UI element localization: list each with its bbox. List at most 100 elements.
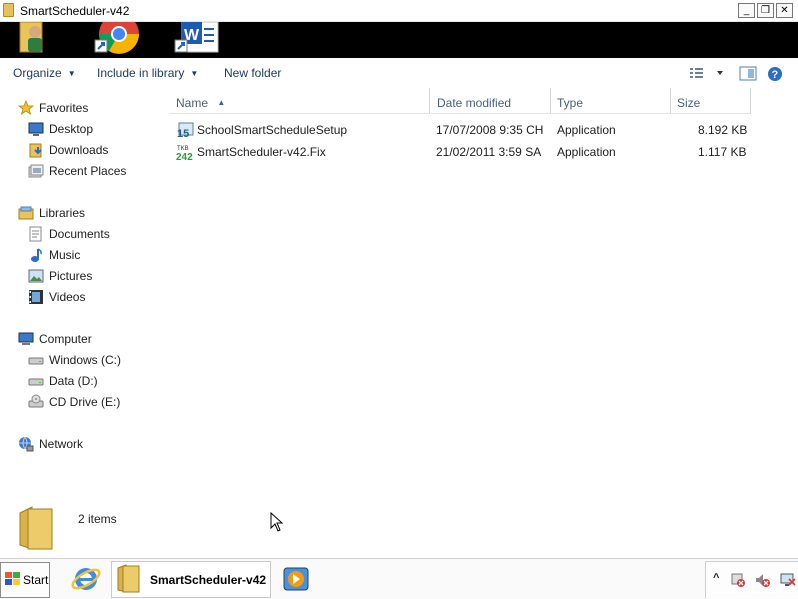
show-hidden-icons-button[interactable]: ^: [713, 572, 719, 584]
file-date: 17/07/2008 9:35 CH: [436, 123, 544, 137]
nav-network-label: Network: [39, 437, 84, 451]
speaker-muted-icon[interactable]: [754, 572, 770, 591]
documents-icon: [28, 226, 44, 242]
desktop-icon: [28, 121, 44, 137]
svg-text:15: 15: [177, 128, 189, 139]
column-header-date-modified[interactable]: Date modified: [431, 88, 551, 114]
nav-item-label: Data (D:): [49, 374, 98, 388]
cd-drive-icon: [28, 394, 44, 410]
nav-favorites-label: Favorites: [39, 101, 89, 115]
file-size: 8.192 KB: [698, 123, 748, 137]
include-in-library-button[interactable]: Include in library ▼: [97, 66, 198, 80]
recent-places-icon: [28, 163, 44, 179]
folder-icon: [3, 3, 14, 17]
chevron-down-icon: ▼: [190, 69, 199, 78]
nav-item-drive-d[interactable]: Data (D:): [28, 372, 98, 390]
nav-favorites[interactable]: Favorites: [17, 99, 89, 117]
network-status-icon[interactable]: [779, 572, 797, 591]
file-type: Application: [557, 123, 616, 137]
file-row[interactable]: 15 SchoolSmartScheduleSetup 17/07/2008 9…: [158, 120, 798, 140]
include-in-library-label: Include in library: [97, 66, 185, 80]
folder-icon: [116, 563, 142, 596]
sort-ascending-icon: ▲: [217, 98, 226, 107]
file-date: 21/02/2011 3:59 SA: [436, 145, 542, 159]
column-date-label: Date modified: [437, 96, 512, 110]
nav-item-videos[interactable]: Videos: [28, 288, 85, 306]
help-icon[interactable]: ?: [767, 66, 783, 85]
music-note-icon: [28, 247, 44, 263]
window-title: SmartScheduler-v42: [20, 4, 130, 18]
file-list: Name ▲ Date modified Type Size 15 School…: [158, 88, 798, 488]
file-name: SmartScheduler-v42.Fix: [197, 145, 326, 159]
title-bar: SmartScheduler-v42 _ ❐ ✕: [0, 0, 798, 22]
star-icon: [17, 99, 35, 116]
nav-item-label: Desktop: [49, 122, 94, 136]
setup-app-icon: 15: [176, 122, 194, 142]
column-size-label: Size: [677, 96, 701, 110]
hard-drive-icon: [28, 373, 44, 389]
folder-icon: [18, 505, 56, 554]
column-header-name[interactable]: Name ▲: [170, 88, 430, 114]
libraries-icon: [18, 205, 34, 221]
system-tray: ^: [705, 561, 798, 598]
nav-network[interactable]: Network: [18, 435, 83, 453]
nav-item-recent-places[interactable]: Recent Places: [28, 162, 126, 180]
navigation-pane: Favorites Desktop Downloads Recent Place…: [0, 88, 158, 488]
nav-libraries-label: Libraries: [39, 206, 86, 220]
file-name: SchoolSmartScheduleSetup: [197, 123, 348, 137]
file-size: 1.117 KB: [698, 145, 747, 159]
downloads-icon: [28, 142, 44, 158]
column-header-size[interactable]: Size: [671, 88, 751, 114]
organize-button[interactable]: Organize ▼: [13, 66, 76, 80]
hard-drive-icon: [28, 352, 44, 368]
minimize-button[interactable]: _: [738, 3, 755, 18]
quick-launch-bar: W: [0, 14, 798, 58]
nav-item-documents[interactable]: Documents: [28, 225, 110, 243]
action-center-icon[interactable]: [730, 572, 746, 591]
new-folder-button[interactable]: New folder: [224, 66, 281, 80]
view-options-icon[interactable]: [689, 66, 729, 83]
word-icon[interactable]: W: [172, 21, 219, 54]
close-button[interactable]: ✕: [776, 3, 793, 18]
file-type: Application: [557, 145, 616, 159]
nav-item-label: Downloads: [49, 143, 109, 157]
column-header-type[interactable]: Type: [551, 88, 671, 114]
nav-item-pictures[interactable]: Pictures: [28, 267, 92, 285]
details-pane: 2 items: [0, 488, 798, 558]
nav-item-label: Pictures: [49, 269, 93, 283]
taskbar: Start SmartScheduler-v42 ^: [0, 558, 798, 599]
network-icon: [18, 436, 34, 452]
taskbar-window-label: SmartScheduler-v42: [150, 572, 267, 587]
file-row[interactable]: TKB 242 SmartScheduler-v42.Fix 21/02/2011…: [158, 142, 798, 163]
preview-pane-icon[interactable]: [739, 66, 757, 85]
taskbar-window-button[interactable]: SmartScheduler-v42: [111, 561, 271, 598]
organize-label: Organize: [13, 66, 62, 80]
media-player-icon[interactable]: [283, 567, 311, 596]
user-folder-icon[interactable]: [14, 21, 58, 54]
nav-item-label: Documents: [49, 227, 110, 241]
command-bar: Organize ▼ Include in library ▼ New folder…: [0, 58, 798, 88]
nav-computer[interactable]: Computer: [18, 330, 92, 348]
start-button[interactable]: Start: [0, 562, 50, 598]
internet-explorer-icon[interactable]: [70, 563, 102, 598]
windows-logo-icon: [5, 571, 21, 589]
column-name-label: Name: [176, 96, 209, 110]
nav-item-downloads[interactable]: Downloads: [28, 141, 108, 159]
nav-item-desktop[interactable]: Desktop: [28, 120, 93, 138]
nav-libraries[interactable]: Libraries: [18, 204, 85, 222]
mouse-cursor-icon: [270, 511, 284, 535]
nav-item-label: Videos: [49, 290, 86, 304]
svg-text:242: 242: [176, 152, 193, 161]
start-label: Start: [23, 573, 49, 587]
nav-computer-label: Computer: [39, 332, 92, 346]
svg-text:?: ?: [772, 69, 779, 81]
chrome-icon[interactable]: [92, 14, 139, 54]
nav-item-drive-e[interactable]: CD Drive (E:): [28, 393, 120, 411]
restore-button[interactable]: ❐: [757, 3, 774, 18]
videos-icon: [28, 289, 44, 305]
nav-item-label: Music: [49, 248, 81, 262]
nav-item-label: Windows (C:): [49, 353, 122, 367]
nav-item-drive-c[interactable]: Windows (C:): [28, 351, 121, 369]
column-type-label: Type: [557, 96, 584, 110]
nav-item-music[interactable]: Music: [28, 246, 80, 264]
